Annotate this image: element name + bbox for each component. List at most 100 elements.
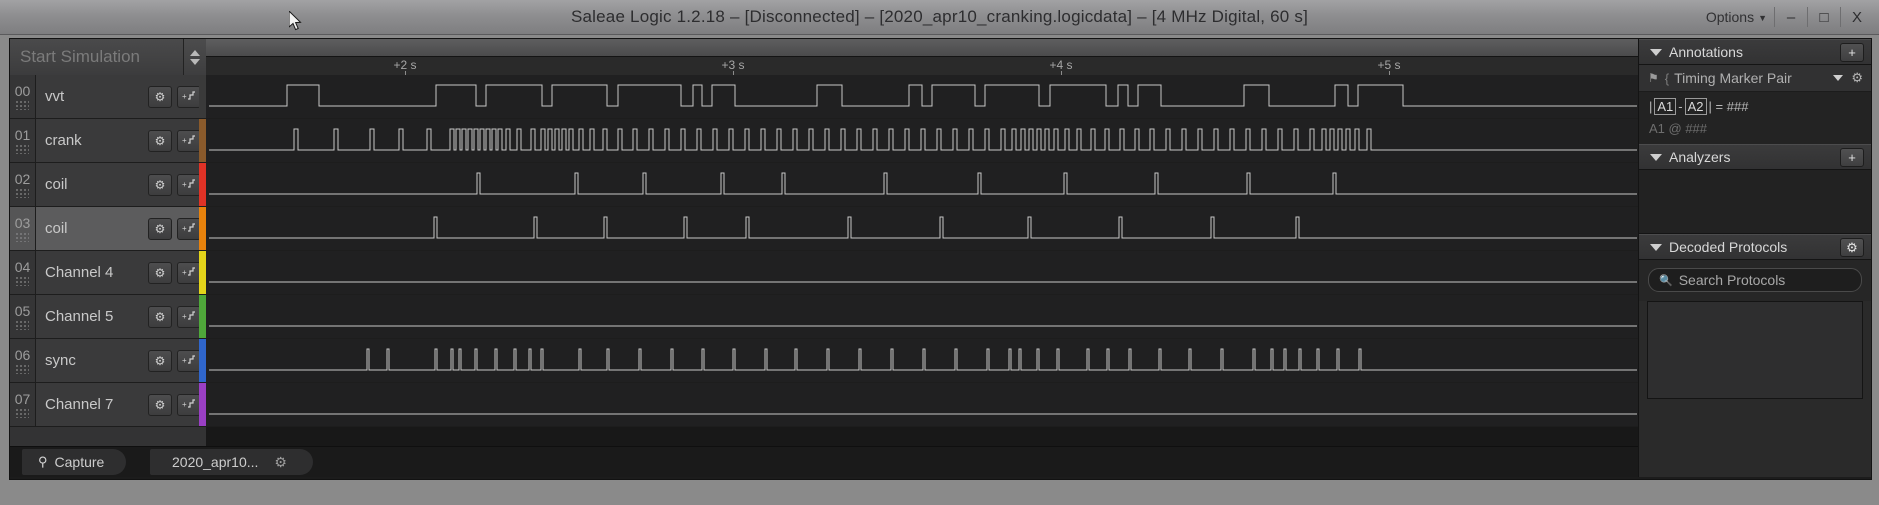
channel-row-00[interactable]: 00 vvt ⚙ + bbox=[10, 75, 206, 119]
channel-trigger-icon[interactable]: + bbox=[177, 393, 201, 416]
channel-number: 06 bbox=[14, 346, 31, 363]
waveform-trace-01 bbox=[209, 128, 1637, 151]
channel-name-label: Channel 5 bbox=[45, 308, 114, 325]
channel-trigger-icon[interactable]: + bbox=[177, 173, 201, 196]
waveform-trace-05 bbox=[209, 325, 1637, 327]
analyzers-list bbox=[1639, 170, 1871, 234]
svg-text:+: + bbox=[182, 356, 187, 365]
waveform-row-01[interactable] bbox=[206, 119, 1639, 163]
channel-name-label: Channel 4 bbox=[45, 264, 114, 281]
channel-settings-gear-icon[interactable]: ⚙ bbox=[148, 217, 172, 240]
saleae-logic-window: Saleae Logic 1.2.18 – [Disconnected] – [… bbox=[0, 0, 1879, 505]
marker-a1-badge[interactable]: A1 bbox=[1654, 98, 1677, 115]
channel-settings-gear-icon[interactable]: ⚙ bbox=[148, 261, 172, 284]
drag-grip-icon[interactable] bbox=[16, 188, 29, 198]
channel-trigger-icon[interactable]: + bbox=[177, 217, 201, 240]
drag-grip-icon[interactable] bbox=[16, 408, 29, 418]
channel-row-07[interactable]: 07 Channel 7 ⚙ + bbox=[10, 383, 206, 427]
channel-settings-gear-icon[interactable]: ⚙ bbox=[148, 173, 172, 196]
gear-icon[interactable]: ⚙ bbox=[1851, 70, 1863, 86]
channel-name-label: crank bbox=[45, 132, 82, 149]
add-annotation-button[interactable]: + bbox=[1840, 42, 1864, 62]
collapse-triangle-icon[interactable] bbox=[1650, 48, 1662, 56]
waveform-trace-07 bbox=[209, 413, 1637, 415]
search-protocols-placeholder: Search Protocols bbox=[1678, 272, 1786, 288]
waveform-row-05[interactable] bbox=[206, 295, 1639, 339]
channel-trigger-icon[interactable]: + bbox=[177, 129, 201, 152]
chevron-down-icon[interactable] bbox=[1833, 75, 1844, 81]
channel-number: 07 bbox=[14, 390, 31, 407]
channel-row-04[interactable]: 04 Channel 4 ⚙ + bbox=[10, 251, 206, 295]
waveform-row-06[interactable] bbox=[206, 339, 1639, 383]
drag-grip-icon[interactable] bbox=[16, 144, 29, 154]
analyzers-header[interactable]: Analyzers + bbox=[1639, 144, 1871, 170]
decoded-protocols-title: Decoded Protocols bbox=[1669, 239, 1788, 255]
waveform-row-07[interactable] bbox=[206, 383, 1639, 427]
channel-number-col: 06 bbox=[10, 339, 36, 382]
channel-number-col: 00 bbox=[10, 75, 36, 118]
channel-trigger-icon[interactable]: + bbox=[177, 261, 201, 284]
decoded-protocols-list[interactable] bbox=[1647, 301, 1863, 399]
ruler-tick-label: +4 s bbox=[1049, 58, 1073, 72]
annotations-body: ⚑ { Timing Marker Pair ⚙ | A1- A2 | = ### A… bbox=[1639, 65, 1871, 144]
minimize-button[interactable]: – bbox=[1775, 0, 1807, 34]
channel-settings-gear-icon[interactable]: ⚙ bbox=[148, 129, 172, 152]
ruler-header bbox=[206, 39, 1639, 57]
channel-settings-gear-icon[interactable]: ⚙ bbox=[148, 349, 172, 372]
drag-grip-icon[interactable] bbox=[16, 364, 29, 374]
start-simulation-button[interactable]: Start Simulation bbox=[10, 39, 183, 75]
collapse-triangle-icon[interactable] bbox=[1650, 153, 1662, 161]
waveform-row-03[interactable] bbox=[206, 207, 1639, 251]
channel-trigger-icon[interactable]: + bbox=[177, 349, 201, 372]
add-analyzer-button[interactable]: + bbox=[1840, 147, 1864, 167]
time-ruler[interactable]: +2 s +3 s +4 s +5 s bbox=[206, 57, 1639, 91]
collapse-triangle-icon[interactable] bbox=[1650, 243, 1662, 251]
channel-number-col: 01 bbox=[10, 119, 36, 162]
stepper-up-icon[interactable] bbox=[190, 49, 200, 56]
tab-file[interactable]: 2020_apr10... ⚙ bbox=[150, 449, 313, 475]
channel-settings-gear-icon[interactable]: ⚙ bbox=[148, 305, 172, 328]
marker-a2-badge[interactable]: A2 bbox=[1684, 98, 1707, 115]
channel-row-02[interactable]: 02 coil ⚙ + bbox=[10, 163, 206, 207]
drag-grip-icon[interactable] bbox=[16, 100, 29, 110]
drag-grip-icon[interactable] bbox=[16, 320, 29, 330]
channel-settings-gear-icon[interactable]: ⚙ bbox=[148, 85, 172, 108]
channel-row-06[interactable]: 06 sync ⚙ + bbox=[10, 339, 206, 383]
waveform-row-04[interactable] bbox=[206, 251, 1639, 295]
channel-number-col: 07 bbox=[10, 383, 36, 426]
waveform-row-00[interactable] bbox=[206, 75, 1639, 119]
channel-color-strip bbox=[199, 119, 206, 162]
decoded-protocols-header[interactable]: Decoded Protocols ⚙ bbox=[1639, 234, 1871, 260]
tab-capture[interactable]: ⚲ Capture bbox=[22, 449, 127, 475]
channel-number: 05 bbox=[14, 302, 31, 319]
maximize-button[interactable]: □ bbox=[1808, 0, 1840, 34]
stepper-down-icon[interactable] bbox=[190, 58, 200, 65]
main-frame: Start Simulation 00 vvt ⚙ +01 crank ⚙ +02 coil ⚙… bbox=[9, 38, 1872, 480]
options-menu-button[interactable]: Options ▼ bbox=[1706, 0, 1767, 34]
drag-grip-icon[interactable] bbox=[16, 276, 29, 286]
decoded-protocols-settings-button[interactable]: ⚙ bbox=[1840, 237, 1864, 257]
close-button[interactable]: X bbox=[1841, 0, 1873, 34]
channel-row-05[interactable]: 05 Channel 5 ⚙ + bbox=[10, 295, 206, 339]
channel-row-03[interactable]: 03 coil ⚙ + bbox=[10, 207, 206, 251]
simulation-stepper[interactable] bbox=[183, 39, 206, 75]
side-panel: Annotations + ⚑ { Timing Marker Pair ⚙ |… bbox=[1638, 39, 1871, 477]
channel-number-col: 02 bbox=[10, 163, 36, 206]
drag-grip-icon[interactable] bbox=[16, 232, 29, 242]
annotation-a1-time: A1 @ ### bbox=[1649, 121, 1708, 136]
gear-icon[interactable]: ⚙ bbox=[274, 454, 287, 471]
annotations-header[interactable]: Annotations + bbox=[1639, 39, 1871, 65]
search-protocols-input[interactable]: 🔍 Search Protocols bbox=[1648, 268, 1862, 292]
waveform-trace-00 bbox=[209, 84, 1637, 107]
channel-name-label: coil bbox=[45, 220, 68, 237]
waveform-trace-04 bbox=[209, 281, 1637, 283]
channel-number-col: 03 bbox=[10, 207, 36, 250]
svg-text:+: + bbox=[182, 224, 187, 233]
channel-settings-gear-icon[interactable]: ⚙ bbox=[148, 393, 172, 416]
channel-row-01[interactable]: 01 crank ⚙ + bbox=[10, 119, 206, 163]
annotation-timing-marker-pair[interactable]: ⚑ { Timing Marker Pair ⚙ bbox=[1639, 65, 1871, 92]
waveform-row-02[interactable] bbox=[206, 163, 1639, 207]
channel-trigger-icon[interactable]: + bbox=[177, 305, 201, 328]
chevron-down-icon: ▼ bbox=[1758, 13, 1767, 24]
channel-trigger-icon[interactable]: + bbox=[177, 85, 201, 108]
